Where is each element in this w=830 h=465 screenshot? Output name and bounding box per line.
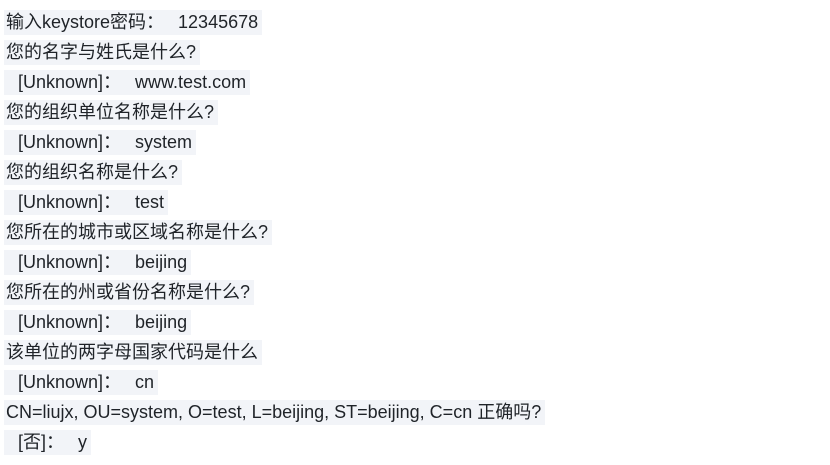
prompt-text: 输入keystore密码： xyxy=(6,12,165,32)
console-line-state-question: 您所在的州或省份名称是什么? xyxy=(4,277,826,307)
confirm-prompt: [否]： xyxy=(18,432,65,452)
console-line-name-question: 您的名字与姓氏是什么? xyxy=(4,37,826,67)
unknown-prompt: [Unknown]： xyxy=(18,132,122,152)
answer-value: 12345678 xyxy=(178,12,259,32)
prompt-text: 该单位的两字母国家代码是什么 xyxy=(4,340,262,365)
console-output: 输入keystore密码： 12345678 您的名字与姓氏是什么? [Unkno… xyxy=(4,7,826,457)
unknown-prompt: [Unknown]： xyxy=(18,192,122,212)
answer-value: test xyxy=(135,192,165,212)
prompt-text: 您所在的城市或区域名称是什么? xyxy=(4,220,273,245)
answer-value: beijing xyxy=(135,252,188,272)
answer-value: cn xyxy=(135,372,155,392)
console-line-city-question: 您所在的城市或区域名称是什么? xyxy=(4,217,826,247)
prompt-text: CN=liujx, OU=system, O=test, L=beijing, … xyxy=(4,400,546,425)
prompt-text: 您的组织单位名称是什么? xyxy=(4,100,219,125)
console-line-country-answer: [Unknown]： cn xyxy=(4,367,826,397)
unknown-prompt: [Unknown]： xyxy=(18,312,122,332)
console-line-state-answer: [Unknown]： beijing xyxy=(4,307,826,337)
prompt-text: 您的组织名称是什么? xyxy=(4,160,183,185)
answer-value: beijing xyxy=(135,312,188,332)
console-line-org-unit-question: 您的组织单位名称是什么? xyxy=(4,97,826,127)
console-line-keystore-password: 输入keystore密码： 12345678 xyxy=(4,7,826,37)
console-line-confirm-answer: [否]： y xyxy=(4,427,826,457)
console-line-org-question: 您的组织名称是什么? xyxy=(4,157,826,187)
console-line-country-question: 该单位的两字母国家代码是什么 xyxy=(4,337,826,367)
console-line-city-answer: [Unknown]： beijing xyxy=(4,247,826,277)
console-line-confirm-question: CN=liujx, OU=system, O=test, L=beijing, … xyxy=(4,397,826,427)
unknown-prompt: [Unknown]： xyxy=(18,372,122,392)
console-line-name-answer: [Unknown]： www.test.com xyxy=(4,67,826,97)
console-line-org-unit-answer: [Unknown]： system xyxy=(4,127,826,157)
unknown-prompt: [Unknown]： xyxy=(18,252,122,272)
console-line-org-answer: [Unknown]： test xyxy=(4,187,826,217)
answer-value: www.test.com xyxy=(135,72,247,92)
answer-value: y xyxy=(78,432,88,452)
prompt-text: 您的名字与姓氏是什么? xyxy=(4,40,201,65)
unknown-prompt: [Unknown]： xyxy=(18,72,122,92)
prompt-text: 您所在的州或省份名称是什么? xyxy=(4,280,255,305)
answer-value: system xyxy=(135,132,193,152)
